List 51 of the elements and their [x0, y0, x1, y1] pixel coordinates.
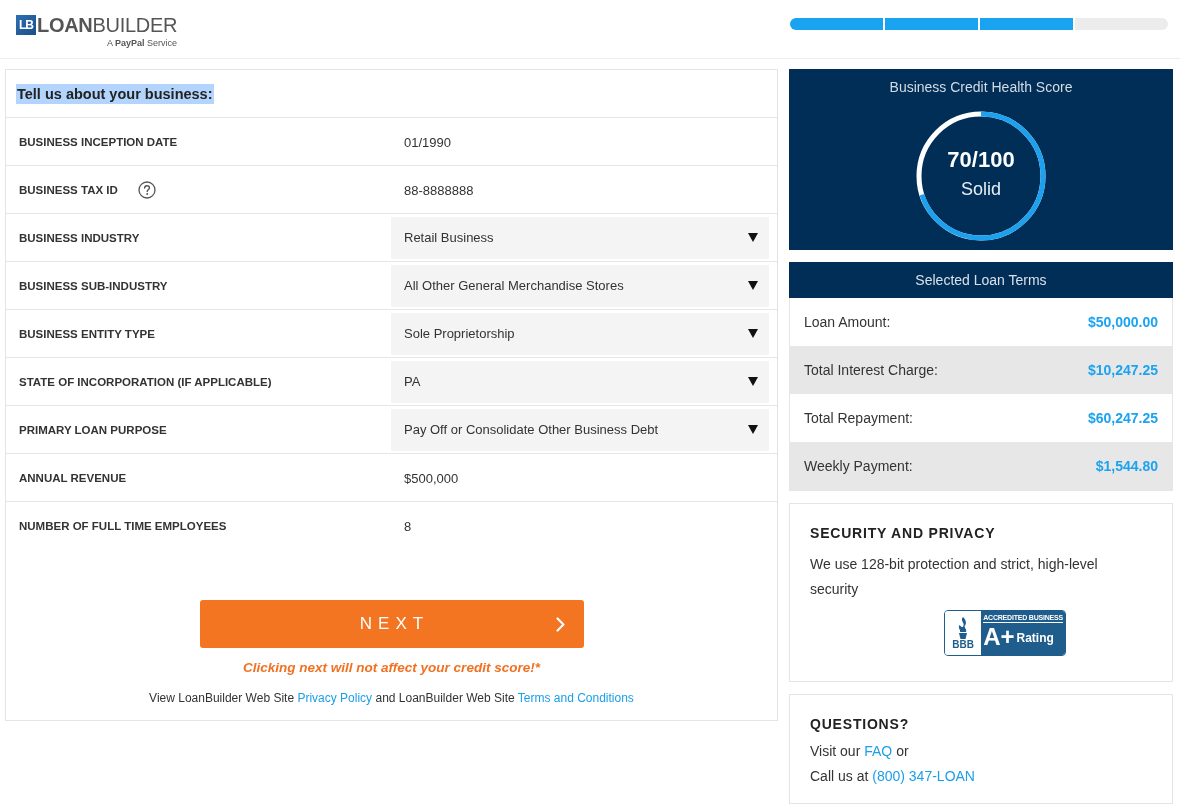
term-label: Weekly Payment:: [804, 458, 913, 474]
term-label: Loan Amount:: [804, 314, 891, 330]
legal-links-text: View LoanBuilder Web Site Privacy Policy and LoanBuilder Web Site Terms and Conditions: [149, 690, 634, 707]
score-rating: Solid: [961, 178, 1001, 201]
select-dropdown[interactable]: Pay Off or Consolidate Other Business Debt: [391, 408, 769, 451]
score-title: Business Credit Health Score: [889, 78, 1073, 96]
logo-tagline: A PayPal Service: [107, 38, 178, 49]
field-label: NUMBER OF FULL TIME EMPLOYEES: [19, 519, 227, 532]
term-label: Total Interest Charge:: [804, 362, 938, 378]
field-value[interactable]: 8: [391, 518, 412, 534]
caret-icon: [748, 233, 758, 242]
caret-icon: [748, 329, 758, 338]
contact-line: Call us at (800) 347-LOAN: [810, 767, 976, 786]
field-label: BUSINESS ENTITY TYPE: [19, 327, 155, 340]
loan-terms-header: Selected Loan Terms: [789, 262, 1173, 298]
field-value[interactable]: $500,000: [391, 470, 459, 486]
term-value: $10,247.25: [1087, 362, 1158, 378]
field-label: PRIMARY LOAN PURPOSE: [19, 423, 167, 436]
select-dropdown[interactable]: Retail Business: [391, 216, 769, 259]
questions-title: QUESTIONS?: [810, 715, 910, 733]
seal-grade: A+: [983, 623, 1015, 650]
term-value: $1,544.80: [1095, 458, 1158, 474]
term-value: $50,000.00: [1087, 314, 1158, 330]
chevron-right-icon: [555, 617, 565, 632]
field-label: STATE OF INCORPORATION (IF APPLICABLE): [19, 375, 272, 388]
logo-mark: LB: [16, 15, 36, 35]
field-value[interactable]: 01/1990: [391, 134, 451, 150]
form-heading: Tell us about your business:: [16, 83, 214, 104]
caret-icon: [748, 377, 758, 386]
caret-icon: [748, 281, 758, 290]
caret-icon: [748, 425, 758, 434]
select-dropdown[interactable]: Sole Proprietorship: [391, 312, 769, 355]
contact-line: Visit our FAQ or: [810, 742, 910, 761]
score-value: 70/100: [947, 146, 1015, 174]
security-text: We use 128-bit protection and strict, high-level security: [810, 555, 1099, 599]
field-label: BUSINESS INCEPTION DATE: [19, 135, 178, 148]
select-dropdown[interactable]: All Other General Merchandise Stores: [391, 264, 769, 307]
field-label: BUSINESS INDUSTRY: [19, 231, 140, 244]
seal-label: Rating: [1016, 630, 1054, 647]
help-icon[interactable]: [137, 180, 156, 199]
term-label: Total Repayment:: [804, 410, 913, 426]
field-label: BUSINESS TAX ID: [19, 183, 118, 196]
term-value: $60,247.25: [1087, 410, 1158, 426]
field-value[interactable]: 88-8888888: [391, 182, 474, 198]
field-label: ANNUAL REVENUE: [19, 471, 127, 484]
field-label: BUSINESS SUB-INDUSTRY: [19, 279, 168, 292]
logo-wordmark: LOANBUILDER: [37, 14, 178, 36]
security-title: SECURITY AND PRIVACY: [810, 524, 997, 542]
seal-mark: BBB: [952, 638, 974, 650]
select-dropdown[interactable]: PA: [391, 360, 769, 403]
credit-note: Clicking next will not affect your credit score!*: [243, 659, 540, 677]
